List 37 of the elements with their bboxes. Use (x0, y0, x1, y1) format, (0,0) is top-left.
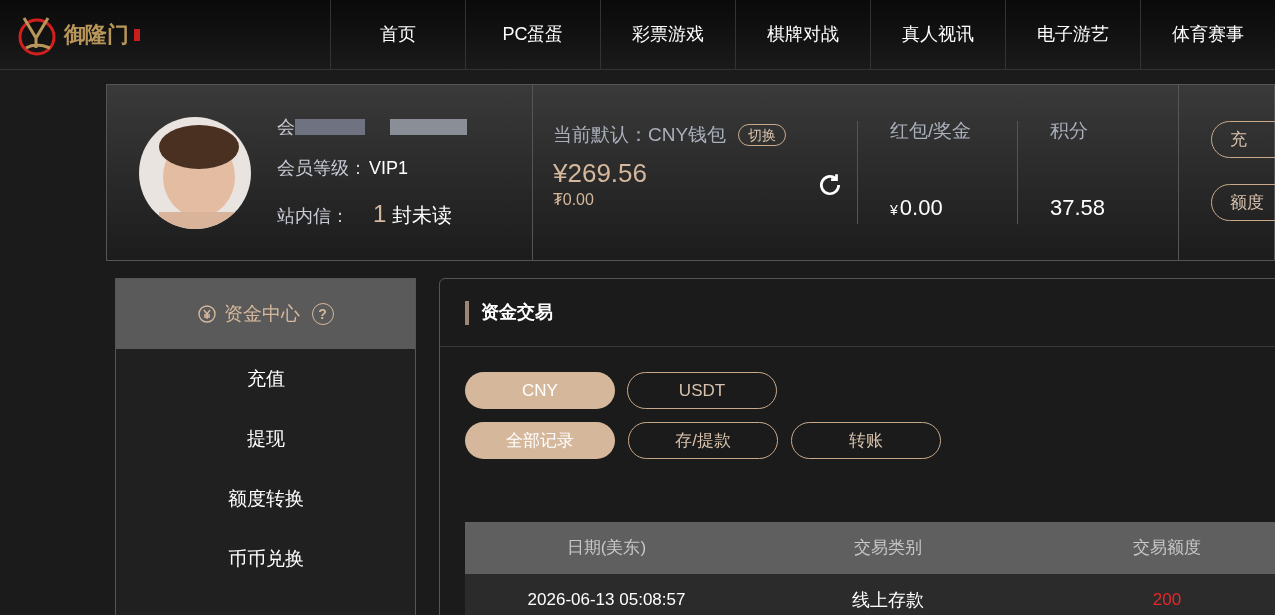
panel-title: 资金交易 (481, 301, 553, 324)
vip-level: VIP1 (369, 156, 409, 180)
column-header: 日期(美东) (565, 537, 648, 560)
column-header: 交易额度 (1132, 537, 1202, 560)
username-label: 会 (277, 115, 295, 139)
nav-link[interactable]: PC蛋蛋 (465, 0, 600, 69)
yen-coin-icon (197, 305, 216, 323)
unread-text: 封未读 (392, 202, 453, 228)
table-cell-text: 200 (1151, 589, 1183, 612)
points-label: 积分 (1050, 119, 1089, 143)
sidebar-title: 资金中心 (223, 301, 300, 326)
nav-link[interactable]: 体育赛事 (1140, 0, 1275, 69)
sidebar-item[interactable]: 提现 (116, 409, 415, 469)
table-cell-text: 2026-06-13 05:08:57 (526, 589, 687, 612)
nav-link[interactable]: 首页 (330, 0, 465, 69)
currency-symbol: ¥ (890, 201, 898, 220)
logo-text: 御隆门 (64, 21, 129, 49)
table-cell-text: 线上存款 (850, 588, 925, 612)
nav-link[interactable]: 棋牌对战 (735, 0, 870, 69)
bonus-amount: 0.00 (899, 194, 943, 222)
sidebar-item[interactable]: 币币兑换 (116, 529, 415, 589)
sidebar-item[interactable]: 额度转换 (116, 469, 415, 529)
points-amount: 37.58 (1050, 194, 1106, 222)
nav-link[interactable]: 电子游艺 (1005, 0, 1140, 69)
wallet-label: 当前默认：CNY钱包 (553, 123, 727, 147)
seal-icon (134, 28, 141, 41)
nav-link[interactable]: 真人视讯 (870, 0, 1005, 69)
column-header: 交易类别 (852, 537, 923, 560)
wallet-balance: ¥269.56 (553, 157, 647, 188)
unread-count: 1 (373, 198, 387, 229)
usdt-balance: ₮0.00 (553, 189, 595, 210)
messages-label: 站内信： (277, 204, 350, 228)
refresh-icon[interactable] (817, 171, 843, 198)
level-label: 会员等级： (277, 156, 367, 180)
bonus-label: 红包/奖金 (890, 119, 973, 143)
sidebar-item[interactable]: 充值 (116, 349, 415, 409)
nav-link[interactable]: 彩票游戏 (600, 0, 735, 69)
